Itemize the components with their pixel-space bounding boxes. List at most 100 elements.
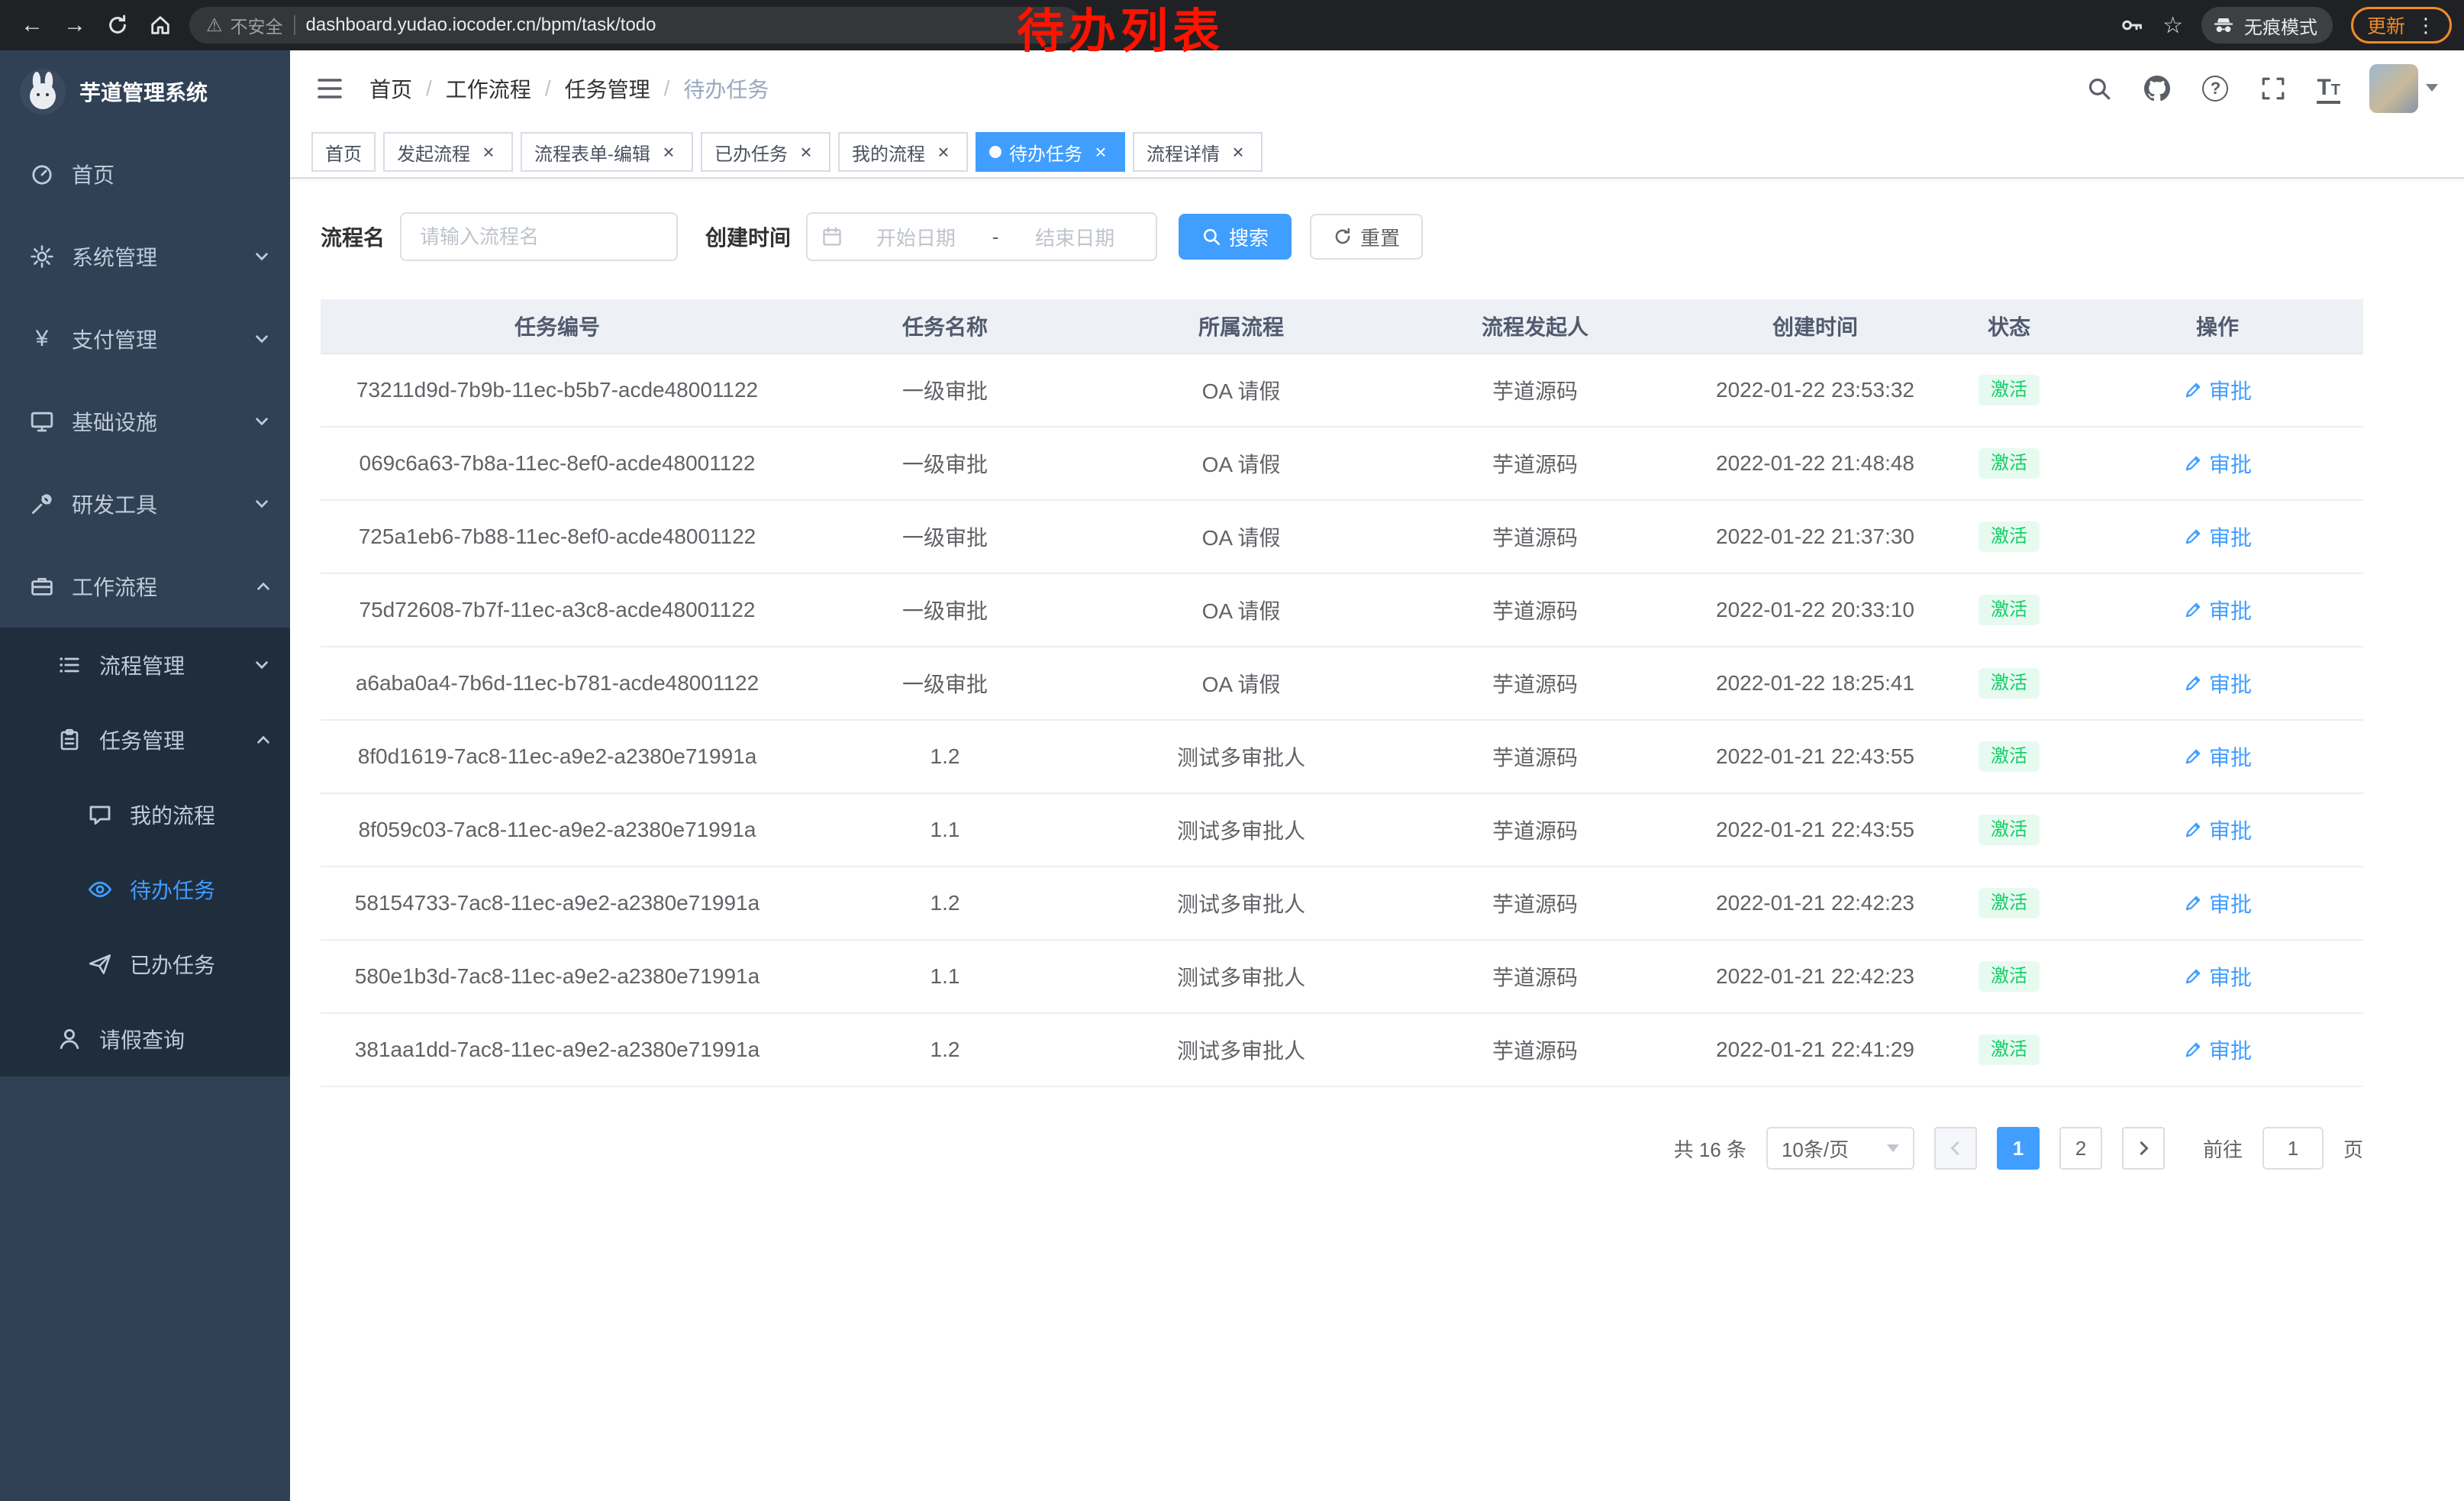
column-header: 创建时间 [1684, 311, 1946, 341]
address-bar[interactable]: ⚠ 不安全 dashboard.yudao.iocoder.cn/bpm/tas… [189, 7, 1081, 44]
process-name-input[interactable] [400, 212, 678, 261]
browser-home-button[interactable] [140, 5, 180, 45]
approve-link[interactable]: 审批 [2183, 961, 2252, 992]
browser-forward-button[interactable]: → [55, 5, 95, 45]
goto-page-input[interactable] [2262, 1127, 2324, 1170]
page-button-2[interactable]: 2 [2059, 1127, 2102, 1170]
sidebar-item-todo-tasks[interactable]: 待办任务 [0, 852, 290, 927]
approve-link[interactable]: 审批 [2183, 521, 2252, 552]
sidebar-item-home[interactable]: 首页 [0, 133, 290, 215]
user-menu[interactable] [2369, 64, 2438, 113]
sidebar-item-done-tasks[interactable]: 已办任务 [0, 927, 290, 1002]
browser-back-button[interactable]: ← [12, 5, 52, 45]
approve-link[interactable]: 审批 [2183, 741, 2252, 772]
process-cell: 测试多审批人 [1096, 741, 1386, 772]
main-area: 首页 / 工作流程 / 任务管理 / 待办任务 ? [290, 50, 2464, 1501]
paper-plane-icon [87, 951, 113, 977]
tab-start-process[interactable]: 发起流程 × [383, 132, 513, 172]
status-badge: 激活 [1979, 741, 2040, 773]
approve-link[interactable]: 审批 [2183, 375, 2252, 405]
incognito-badge: 无痕模式 [2201, 7, 2333, 44]
sidebar-item-workflow[interactable]: 工作流程 [0, 545, 290, 628]
approve-link[interactable]: 审批 [2183, 448, 2252, 479]
date-range-picker[interactable]: 开始日期 - 结束日期 [806, 212, 1157, 261]
security-label: 不安全 [231, 12, 283, 38]
search-button[interactable]: 搜索 [1179, 214, 1292, 260]
approve-link[interactable]: 审批 [2183, 595, 2252, 625]
question-mark: ? [2202, 76, 2228, 102]
search-icon[interactable] [2085, 74, 2114, 103]
approve-link[interactable]: 审批 [2183, 1035, 2252, 1065]
sidebar-item-infrastructure[interactable]: 基础设施 [0, 380, 290, 463]
breadcrumb-workflow[interactable]: 工作流程 [446, 73, 531, 104]
sidebar-item-leave-query[interactable]: 请假查询 [0, 1002, 290, 1077]
task-id-cell: 381aa1dd-7ac8-11ec-a9e2-a2380e71991a [321, 1038, 794, 1062]
tab-label: 流程表单-编辑 [534, 139, 650, 166]
sidebar-item-task-management[interactable]: 任务管理 [0, 702, 290, 777]
sidebar-toggle-button[interactable] [314, 73, 345, 104]
breadcrumb-task-management[interactable]: 任务管理 [565, 73, 650, 104]
close-icon[interactable]: × [658, 141, 679, 163]
browser-actions: ☆ 无痕模式 更新 ⋮ [2120, 7, 2452, 44]
tab-todo-tasks[interactable]: 待办任务 × [976, 132, 1125, 172]
sidebar-item-process-management[interactable]: 流程管理 [0, 628, 290, 702]
task-name-cell: 一级审批 [794, 668, 1096, 699]
status-cell: 激活 [1946, 375, 2072, 406]
breadcrumb-home[interactable]: 首页 [369, 73, 412, 104]
created-time-cell: 2022-01-21 22:43:55 [1684, 744, 1946, 769]
help-icon[interactable]: ? [2201, 74, 2230, 103]
task-id-cell: 580e1b3d-7ac8-11ec-a9e2-a2380e71991a [321, 964, 794, 989]
tab-process-detail[interactable]: 流程详情 × [1133, 132, 1263, 172]
task-name-cell: 1.1 [794, 818, 1096, 842]
breadcrumb-separator: / [545, 76, 551, 101]
approve-link[interactable]: 审批 [2183, 668, 2252, 699]
close-icon[interactable]: × [933, 141, 954, 163]
breadcrumb-separator: / [664, 76, 670, 101]
browser-reload-button[interactable] [98, 5, 137, 45]
sidebar-item-devtools[interactable]: 研发工具 [0, 463, 290, 545]
edit-icon [2183, 893, 2203, 913]
next-page-button[interactable] [2122, 1127, 2165, 1170]
status-cell: 激活 [1946, 448, 2072, 479]
status-badge: 激活 [1979, 595, 2040, 626]
tab-my-process[interactable]: 我的流程 × [838, 132, 968, 172]
edit-icon [2183, 673, 2203, 693]
password-key-icon[interactable] [2120, 13, 2144, 37]
font-size-icon[interactable]: TT [2317, 74, 2340, 104]
prev-page-button[interactable] [1934, 1127, 1977, 1170]
browser-update-button[interactable]: 更新 ⋮ [2351, 7, 2452, 44]
task-id-cell: a6aba0a4-7b6d-11ec-b781-acde48001122 [321, 671, 794, 696]
reset-button[interactable]: 重置 [1310, 214, 1423, 260]
security-status[interactable]: ⚠ 不安全 [206, 12, 283, 38]
approve-link[interactable]: 审批 [2183, 888, 2252, 918]
status-badge: 激活 [1979, 375, 2040, 406]
edit-icon [2183, 967, 2203, 986]
browser-menu-icon[interactable]: ⋮ [2416, 14, 2436, 37]
close-icon[interactable]: × [1227, 141, 1249, 163]
page-button-1[interactable]: 1 [1997, 1127, 2040, 1170]
update-label: 更新 [2367, 11, 2405, 39]
close-icon[interactable]: × [795, 141, 817, 163]
edit-icon [2183, 600, 2203, 620]
sidebar-item-payment[interactable]: ¥ 支付管理 [0, 298, 290, 380]
fullscreen-icon[interactable] [2259, 74, 2288, 103]
sidebar-item-label: 支付管理 [72, 324, 253, 354]
sidebar-item-system[interactable]: 系统管理 [0, 215, 290, 298]
refresh-icon [1333, 227, 1353, 247]
approve-link[interactable]: 审批 [2183, 815, 2252, 845]
action-cell: 审批 [2072, 1035, 2363, 1065]
close-icon[interactable]: × [1090, 141, 1111, 163]
incognito-icon [2212, 14, 2235, 37]
warning-icon: ⚠ [206, 15, 223, 37]
close-icon[interactable]: × [478, 141, 499, 163]
page-size-select[interactable]: 10条/页 [1766, 1127, 1914, 1170]
bookmark-star-icon[interactable]: ☆ [2162, 12, 2183, 39]
created-time-cell: 2022-01-22 23:53:32 [1684, 378, 1946, 402]
tab-done-tasks[interactable]: 已办任务 × [701, 132, 830, 172]
tab-process-form-edit[interactable]: 流程表单-编辑 × [521, 132, 693, 172]
app-logo[interactable]: 芋道管理系统 [0, 50, 290, 133]
sidebar-item-my-process[interactable]: 我的流程 [0, 777, 290, 852]
github-icon[interactable] [2143, 74, 2172, 103]
tab-home[interactable]: 首页 [311, 132, 376, 172]
edit-icon [2183, 747, 2203, 767]
